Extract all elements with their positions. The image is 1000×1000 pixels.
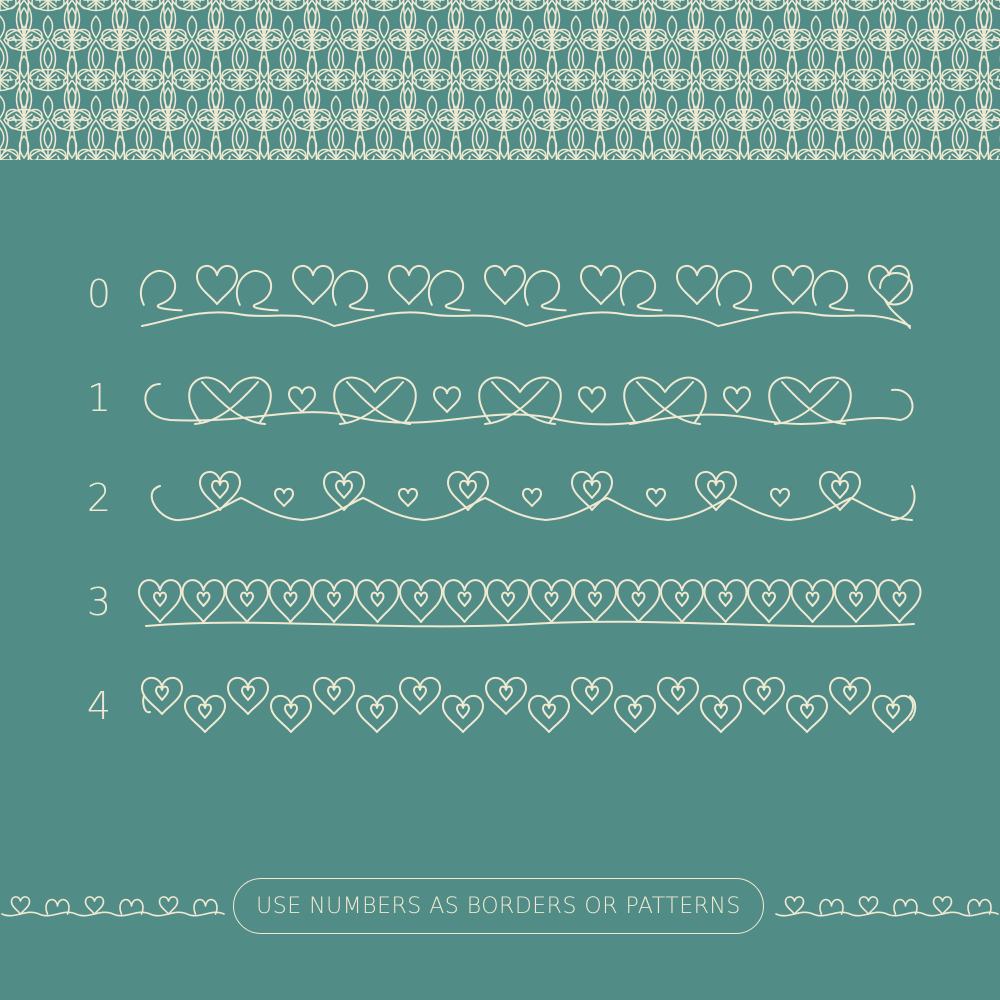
border-row-1: 1 [0, 362, 1000, 442]
specimen-page: 0 1 2 3 4 USE NUMBERS AS BORDERS OR PATT… [0, 0, 1000, 1000]
border-pattern-3 [138, 579, 922, 628]
border-pattern-4 [141, 676, 917, 733]
border-row-0: 0 [0, 258, 1000, 338]
border-pattern-0 [139, 264, 913, 329]
ornamental-pattern-banner [0, 0, 1000, 160]
row-number-label: 4 [86, 684, 112, 728]
row-number-label: 3 [86, 580, 112, 624]
row-number-label: 0 [86, 272, 112, 316]
border-row-4: 4 [0, 670, 1000, 750]
row-number-label: 1 [86, 376, 112, 420]
border-pattern-1 [144, 376, 914, 426]
row-number-label: 2 [86, 476, 112, 520]
caption-bar: USE NUMBERS AS BORDERS OR PATTERNS [0, 870, 1000, 946]
caption-text: USE NUMBERS AS BORDERS OR PATTERNS [256, 893, 741, 919]
border-row-3: 3 [0, 566, 1000, 646]
border-ornament-left [1, 896, 225, 917]
caption-pill: USE NUMBERS AS BORDERS OR PATTERNS [233, 878, 764, 934]
border-row-2: 2 [0, 462, 1000, 542]
border-ornament-right [775, 896, 999, 917]
border-pattern-2 [150, 470, 916, 522]
